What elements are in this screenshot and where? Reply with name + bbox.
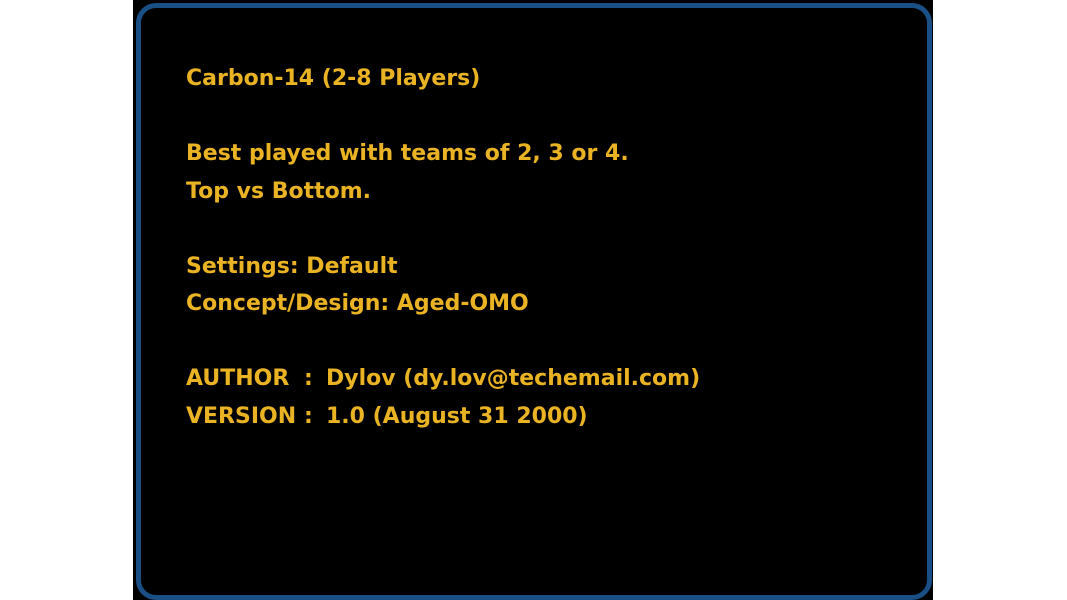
game-screen: Carbon-14 (2-8 Players) Best played with… [133, 0, 933, 600]
author-line: AUTHOR : Dylov (dy.lov@techemail.com) [186, 360, 700, 398]
author-value: Dylov (dy.lov@techemail.com) [326, 366, 701, 391]
description-line-1: Best played with teams of 2, 3 or 4. [186, 141, 629, 166]
version-line: VERSION : 1.0 (August 31 2000) [186, 398, 700, 436]
version-separator: : [304, 403, 313, 429]
map-info-text: Carbon-14 (2-8 Players) Best played with… [186, 60, 700, 435]
version-label: VERSION [186, 403, 297, 429]
map-title: Carbon-14 (2-8 Players) [186, 66, 481, 91]
version-value: 1.0 (August 31 2000) [326, 403, 588, 429]
settings-line: Settings: Default [186, 253, 398, 279]
concept-line: Concept/Design: Aged-OMO [186, 291, 529, 316]
map-info-panel: Carbon-14 (2-8 Players) Best played with… [136, 3, 932, 600]
description-line-2: Top vs Bottom. [186, 178, 372, 204]
author-label: AUTHOR [186, 366, 290, 391]
author-separator: : [304, 366, 313, 391]
